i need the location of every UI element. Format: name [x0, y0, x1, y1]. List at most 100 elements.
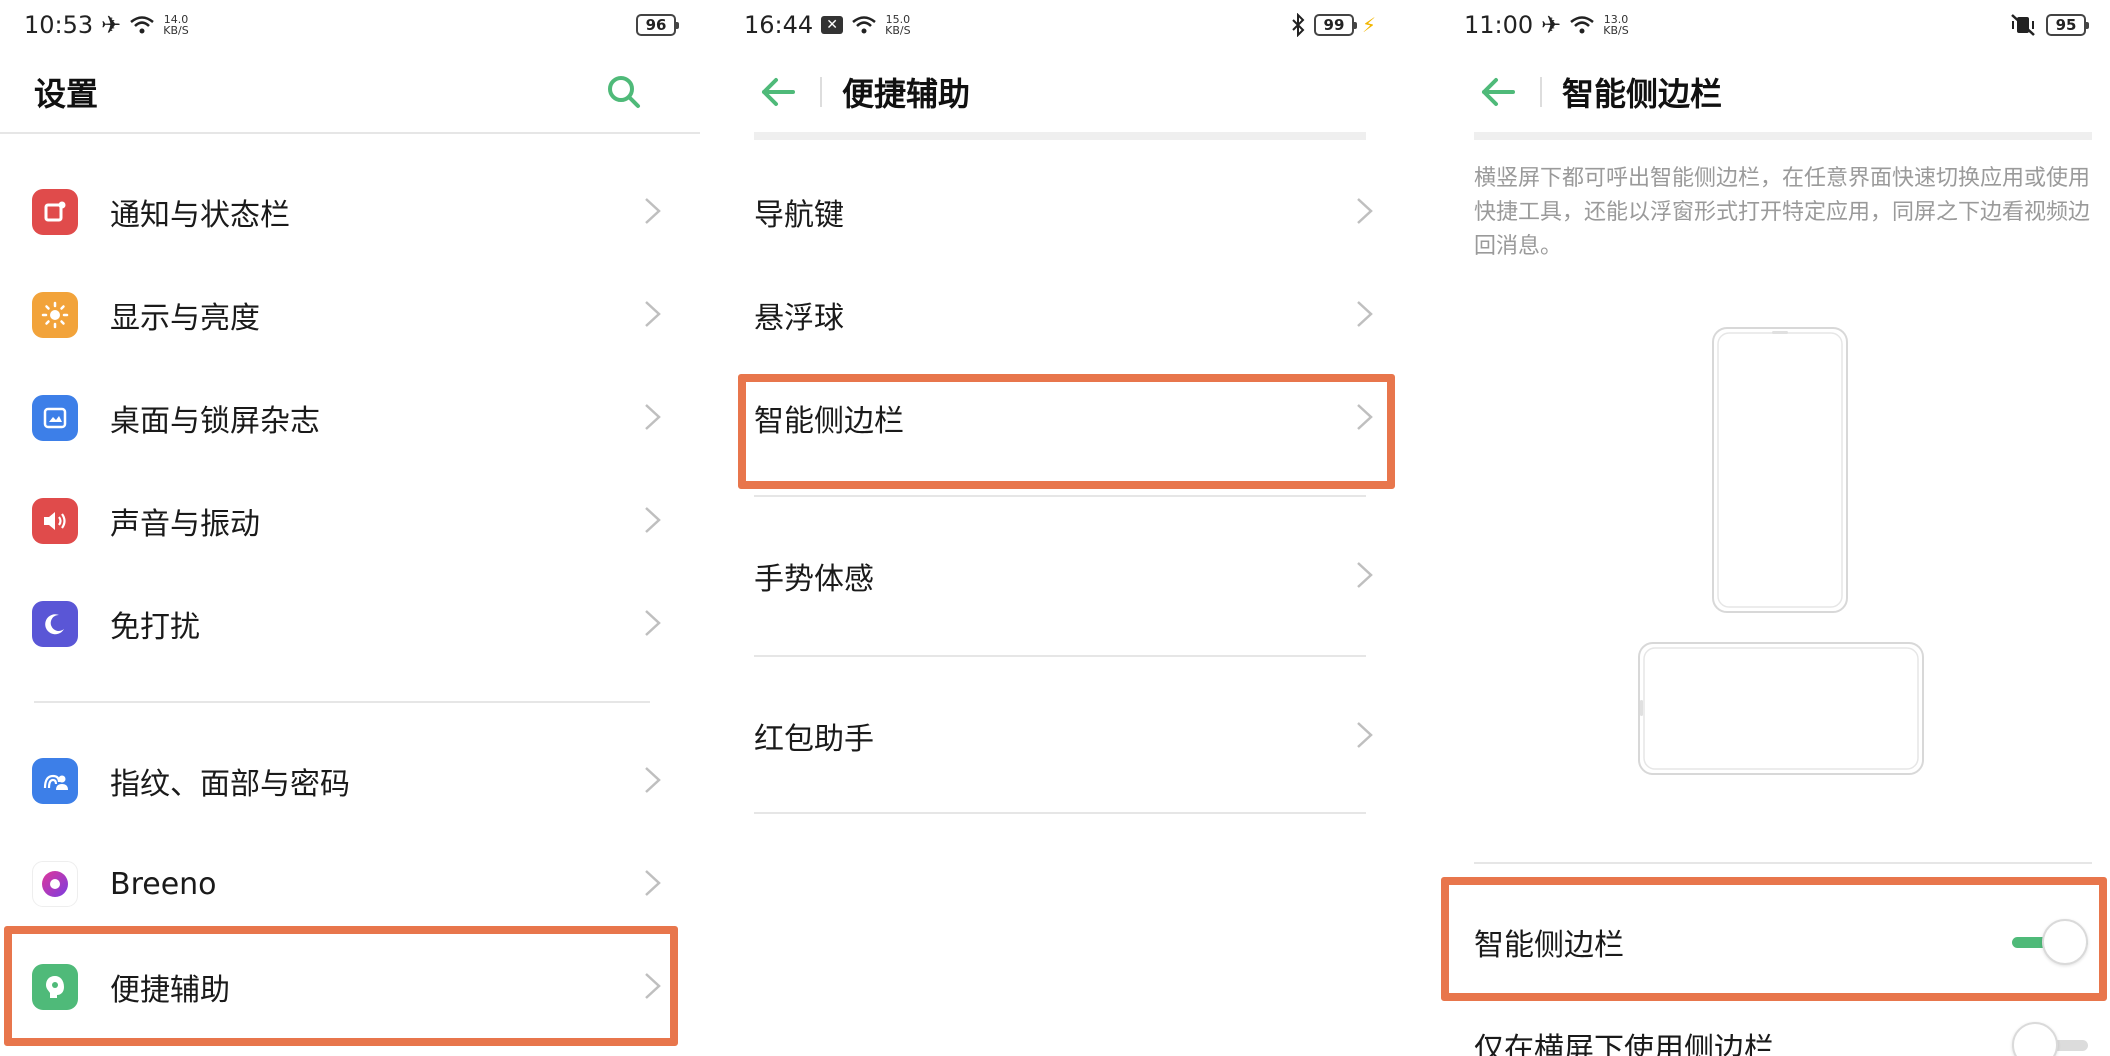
back-button[interactable] [1476, 70, 1520, 114]
assist-item-label: 导航键 [754, 198, 844, 233]
settings-item-label: 通知与状态栏 [110, 198, 290, 233]
assist-item-label: 智能侧边栏 [754, 404, 904, 439]
smart-sidebar-screen: 11:00 ✈ 13.0 KB/S 95 智能侧边栏 横竖屏下都可呼出智能侧边栏，… [1440, 0, 2110, 1056]
battery-indicator: 96 [636, 14, 679, 36]
charging-icon: ⚡ [1361, 13, 1376, 37]
header-divider [0, 132, 700, 134]
row-divider [754, 495, 1366, 497]
speaker-icon [32, 498, 78, 544]
settings-item-label: 声音与振动 [110, 507, 260, 542]
row-divider [754, 812, 1366, 814]
portrait-phone-illustration [1712, 327, 1848, 613]
status-time: 10:53 [24, 11, 94, 39]
header-separator [820, 77, 822, 107]
breeno-icon [32, 861, 78, 907]
assist-screen: 16:44 ✕ 15.0 KB/S 99 ⚡ 便捷辅助 导航键 悬浮球 智能侧边栏… [720, 0, 1400, 1056]
settings-item-fingerprint[interactable]: 指纹、面部与密码 [0, 735, 700, 827]
vibrate-mute-icon [2011, 14, 2035, 36]
settings-item-assist[interactable]: 便捷辅助 [0, 941, 700, 1033]
status-time: 16:44 [744, 11, 814, 39]
page-title: 便捷辅助 [842, 75, 971, 113]
header: 智能侧边栏 [1440, 52, 2110, 132]
notification-icon [32, 189, 78, 235]
network-speed: 13.0 KB/S [1603, 13, 1629, 37]
chevron-right-icon [645, 507, 661, 533]
settings-item-display[interactable]: 显示与亮度 [0, 269, 700, 361]
group-divider [34, 701, 650, 703]
assist-item-label: 红包助手 [754, 722, 874, 757]
wallpaper-icon [32, 395, 78, 441]
settings-item-notification[interactable]: 通知与状态栏 [0, 166, 700, 258]
settings-item-label: 免打扰 [110, 610, 200, 645]
chevron-right-icon [1357, 562, 1373, 588]
airplane-icon: ✈ [1541, 11, 1562, 39]
status-time: 11:00 [1464, 11, 1534, 39]
settings-item-label: 桌面与锁屏杂志 [110, 404, 320, 439]
settings-item-label: 指纹、面部与密码 [110, 767, 350, 802]
assist-icon [32, 964, 78, 1010]
status-bar: 10:53 ✈ 14.0 KB/S 96 [24, 8, 679, 42]
settings-item-label: 便捷辅助 [110, 973, 230, 1008]
search-icon [608, 76, 640, 108]
assist-item-smart-sidebar[interactable]: 智能侧边栏 [720, 372, 1400, 464]
assist-item-red-packet[interactable]: 红包助手 [720, 690, 1400, 782]
landscape-only-switch[interactable] [2012, 1022, 2088, 1056]
header: 设置 [0, 52, 700, 132]
header: 便捷辅助 [720, 52, 1400, 132]
wifi-icon [1570, 16, 1595, 34]
page-title: 智能侧边栏 [1562, 75, 1723, 113]
status-bar: 11:00 ✈ 13.0 KB/S 95 [1464, 8, 2089, 42]
header-separator [1540, 77, 1542, 107]
assist-item-floating-ball[interactable]: 悬浮球 [720, 269, 1400, 361]
back-arrow-icon [1482, 78, 1515, 106]
network-speed: 14.0 KB/S [163, 13, 189, 37]
airplane-icon: ✈ [101, 11, 122, 39]
battery-indicator: 99 [1313, 14, 1357, 36]
toggle-label: 仅在横屏下使用侧边栏 [1474, 1032, 1774, 1056]
settings-item-label: 显示与亮度 [110, 301, 260, 336]
header-divider [1474, 132, 2092, 140]
back-arrow-icon [762, 78, 795, 106]
chevron-right-icon [645, 870, 661, 896]
section-divider [1474, 862, 2092, 864]
chevron-right-icon [645, 767, 661, 793]
settings-item-wallpaper[interactable]: 桌面与锁屏杂志 [0, 372, 700, 464]
assist-item-label: 手势体感 [754, 562, 874, 597]
bluetooth-icon [1292, 13, 1305, 37]
chevron-right-icon [1357, 722, 1373, 748]
chevron-right-icon [1357, 198, 1373, 224]
row-divider [754, 655, 1366, 657]
chevron-right-icon [1357, 301, 1373, 327]
page-title: 设置 [34, 75, 99, 113]
settings-item-label: Breeno [110, 866, 217, 902]
assist-item-navigation[interactable]: 导航键 [720, 166, 1400, 258]
toggle-label: 智能侧边栏 [1474, 928, 1624, 963]
toggle-row-landscape-only[interactable]: 仅在横屏下使用侧边栏 [1440, 1000, 2110, 1056]
toggle-row-smart-sidebar[interactable]: 智能侧边栏 [1440, 896, 2110, 988]
chevron-right-icon [645, 301, 661, 327]
feature-description: 横竖屏下都可呼出智能侧边栏，在任意界面快速切换应用或使用快捷工具，还能以浮窗形式… [1474, 166, 2091, 259]
moon-icon [32, 601, 78, 647]
assist-item-gestures[interactable]: 手势体感 [720, 530, 1400, 622]
settings-item-dnd[interactable]: 免打扰 [0, 578, 700, 670]
header-divider [754, 132, 1366, 140]
settings-item-breeno[interactable]: Breeno [0, 838, 700, 930]
chevron-right-icon [1357, 404, 1373, 430]
chevron-right-icon [645, 973, 661, 999]
search-button[interactable] [600, 68, 648, 116]
network-speed: 15.0 KB/S [885, 13, 911, 37]
chevron-right-icon [645, 610, 661, 636]
wifi-icon [130, 16, 155, 34]
chevron-right-icon [645, 198, 661, 224]
battery-indicator: 95 [2046, 14, 2089, 36]
settings-item-sound[interactable]: 声音与振动 [0, 475, 700, 567]
chevron-right-icon [645, 404, 661, 430]
assist-item-label: 悬浮球 [754, 301, 844, 336]
fingerprint-icon [32, 758, 78, 804]
back-button[interactable] [756, 70, 800, 114]
landscape-phone-illustration [1638, 642, 1924, 775]
status-bar: 16:44 ✕ 15.0 KB/S 99 ⚡ [744, 8, 1376, 42]
smart-sidebar-switch[interactable] [2012, 919, 2088, 965]
settings-screen: 10:53 ✈ 14.0 KB/S 96 设置 通知与状态栏 显示与亮度 桌面与… [0, 0, 700, 1056]
sun-icon [32, 292, 78, 338]
